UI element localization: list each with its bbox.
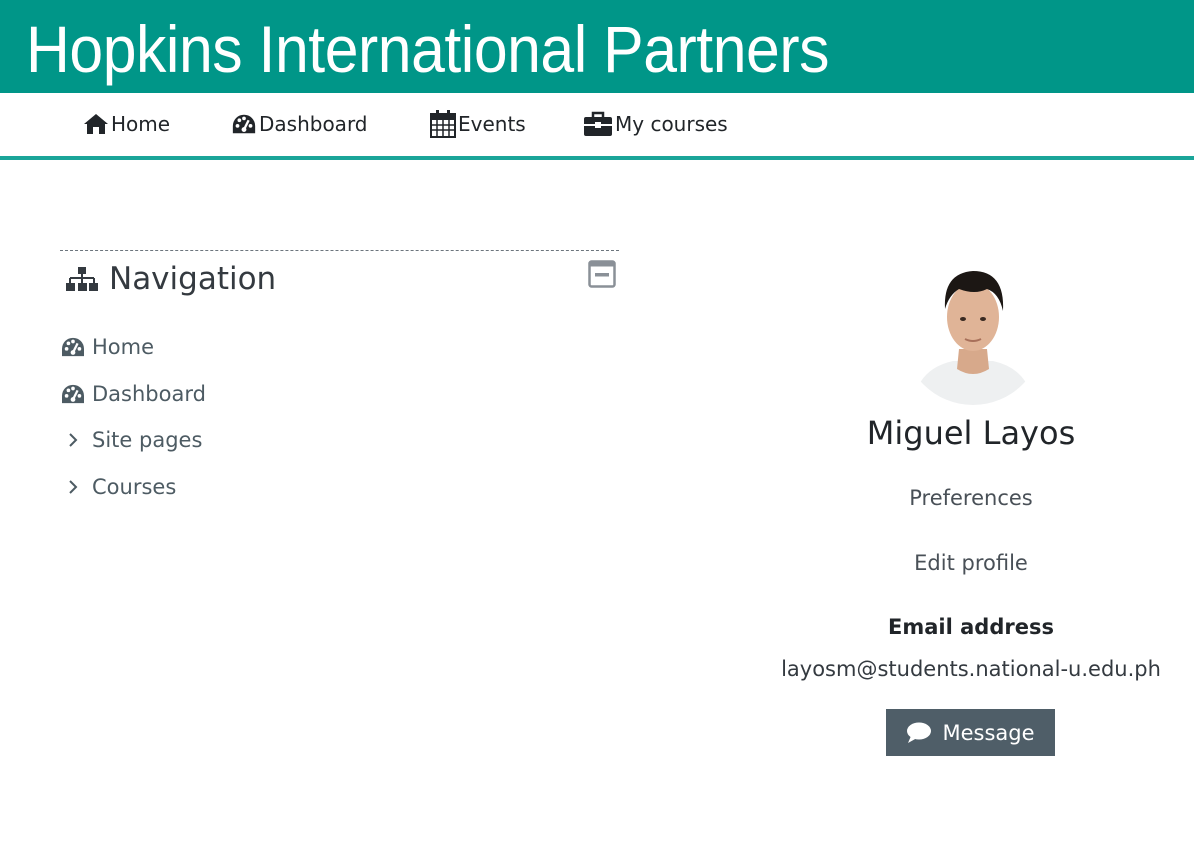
home-icon bbox=[83, 111, 109, 137]
user-fullname: Miguel Layos bbox=[866, 414, 1076, 452]
navigation-item-site-pages[interactable]: Site pages bbox=[60, 425, 202, 455]
topnav-label: Dashboard bbox=[259, 112, 368, 136]
top-navigation-bar: Home Dashboard Events My courses bbox=[0, 93, 1194, 160]
email-label: Email address bbox=[888, 615, 1054, 639]
topnav-item-my-courses[interactable]: My courses bbox=[583, 109, 728, 139]
topnav-item-home[interactable]: Home bbox=[83, 109, 170, 139]
navigation-item-label: Site pages bbox=[92, 428, 203, 452]
email-value[interactable]: layosm@students.national-u.edu.ph bbox=[748, 655, 1194, 683]
chevron-right-icon bbox=[60, 427, 86, 453]
navigation-block-header: Navigation bbox=[60, 259, 619, 299]
user-profile-panel: Miguel Layos Preferences Edit profile Em… bbox=[748, 265, 1194, 765]
message-button[interactable]: Message bbox=[886, 709, 1055, 756]
dashboard-icon bbox=[60, 334, 86, 360]
topnav-item-events[interactable]: Events bbox=[430, 109, 526, 139]
message-button-label: Message bbox=[942, 720, 1035, 745]
navigation-block: Navigation Home Dashboard Site pages Cou… bbox=[60, 250, 619, 499]
site-header: Hopkins International Partners bbox=[0, 0, 1194, 93]
topnav-label: Events bbox=[458, 112, 526, 136]
navigation-item-courses[interactable]: Courses bbox=[60, 472, 176, 502]
dashboard-icon bbox=[60, 381, 86, 407]
site-title[interactable]: Hopkins International Partners bbox=[26, 6, 829, 92]
navigation-item-label: Home bbox=[92, 335, 155, 359]
topnav-item-dashboard[interactable]: Dashboard bbox=[231, 109, 368, 139]
avatar[interactable] bbox=[903, 265, 1043, 405]
navigation-item-dashboard[interactable]: Dashboard bbox=[60, 379, 206, 409]
topnav-label: My courses bbox=[615, 112, 728, 136]
edit-profile-link[interactable]: Edit profile bbox=[748, 549, 1194, 577]
calendar-icon bbox=[430, 110, 456, 138]
navigation-item-label: Dashboard bbox=[92, 382, 206, 406]
topnav-label: Home bbox=[111, 112, 171, 136]
navigation-block-title: Navigation bbox=[109, 261, 277, 297]
briefcase-icon bbox=[583, 111, 613, 137]
navigation-item-label: Courses bbox=[92, 475, 177, 499]
chevron-right-icon bbox=[60, 474, 86, 500]
speech-bubble-icon bbox=[906, 722, 932, 744]
collapse-block-icon[interactable] bbox=[588, 260, 616, 292]
preferences-link[interactable]: Preferences bbox=[748, 484, 1194, 512]
sitemap-icon bbox=[66, 265, 98, 297]
navigation-item-home[interactable]: Home bbox=[60, 332, 154, 362]
dashboard-icon bbox=[231, 111, 257, 137]
